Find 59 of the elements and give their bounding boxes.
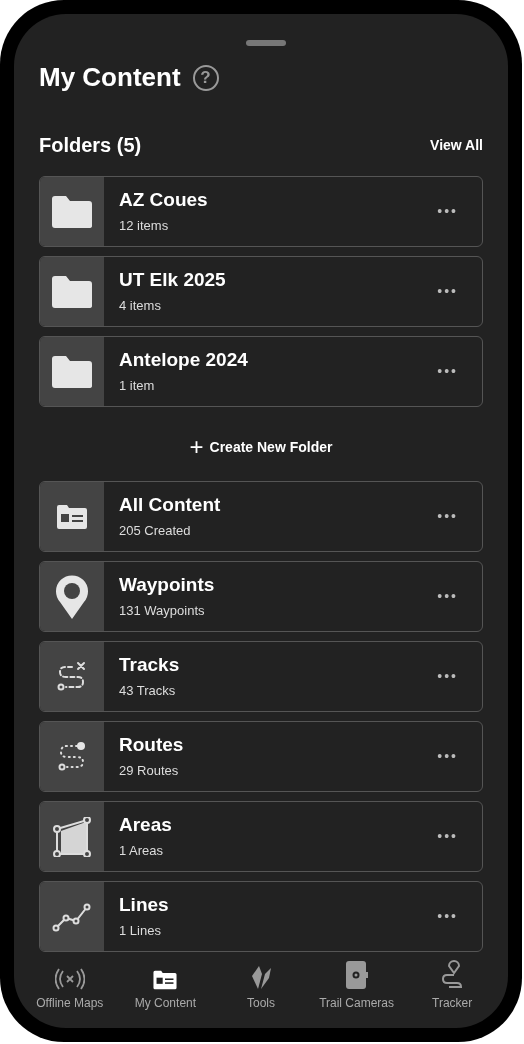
more-button[interactable]: ••• [437, 882, 482, 951]
item-name: Antelope 2024 [119, 347, 249, 372]
item-name: Lines [119, 892, 170, 917]
item-count: 1 Areas [119, 841, 165, 860]
id-card-icon [56, 503, 88, 530]
plus-icon: + [189, 435, 204, 459]
polygon-area-icon [53, 816, 91, 857]
more-button[interactable]: ••• [437, 562, 482, 631]
item-name: UT Elk 2025 [119, 267, 227, 292]
item-name: Tracks [119, 652, 181, 677]
more-button[interactable]: ••• [437, 482, 482, 551]
page-title: My Content [39, 61, 181, 94]
route-pin-icon [441, 960, 464, 990]
tab-bar-item[interactable]: Tools [213, 960, 309, 1012]
view-all-link[interactable]: View All [430, 134, 483, 156]
item-count: 1 item [119, 376, 156, 395]
item-name: All Content [119, 492, 222, 517]
item-name: Areas [119, 812, 173, 837]
item-name: Routes [119, 732, 185, 757]
content-card[interactable]: Tracks 43 Tracks ••• [39, 641, 483, 712]
tab-bar-item[interactable]: Tracker [404, 960, 500, 1012]
help-button[interactable]: ? [192, 64, 219, 91]
create-folder-button[interactable]: + Create New Folder [189, 435, 333, 459]
more-button[interactable]: ••• [437, 642, 482, 711]
folder-icon [51, 274, 93, 309]
item-count: 12 items [119, 216, 170, 235]
item-count: 4 items [119, 296, 162, 315]
item-count: 205 Created [119, 521, 192, 540]
more-button[interactable]: ••• [437, 257, 482, 326]
map-pin-icon [55, 573, 89, 620]
tab-bar-item[interactable]: Offline Maps [22, 960, 118, 1012]
camera-box-icon [344, 960, 369, 990]
content-card[interactable]: Waypoints 131 Waypoints ••• [39, 561, 483, 632]
section-title: Folders (5) [39, 133, 142, 158]
item-count: 29 Routes [119, 761, 180, 780]
tab-bar-item[interactable]: Trail Cameras [308, 960, 405, 1012]
more-button[interactable]: ••• [437, 337, 482, 406]
item-count: 1 Lines [119, 921, 162, 940]
more-button[interactable]: ••• [437, 177, 482, 246]
content-card[interactable]: Routes 29 Routes ••• [39, 721, 483, 792]
tab-bar-item[interactable]: My Content [117, 960, 214, 1012]
folder-icon [51, 354, 93, 389]
content-card[interactable]: Lines 1 Lines ••• [39, 881, 483, 952]
sheet-handle[interactable] [246, 40, 286, 46]
content-card[interactable]: Areas 1 Areas ••• [39, 801, 483, 872]
more-button[interactable]: ••• [437, 722, 482, 791]
folder-icon [51, 194, 93, 229]
line-graph-icon [52, 901, 92, 932]
item-name: AZ Coues [119, 187, 209, 212]
more-button[interactable]: ••• [437, 802, 482, 871]
dashed-path-icon [56, 660, 88, 693]
item-name: Waypoints [119, 572, 216, 597]
dotted-route-icon [57, 740, 87, 773]
folder-card[interactable]: Antelope 2024 1 item ••• [39, 336, 483, 407]
item-count: 131 Waypoints [119, 601, 206, 620]
item-count: 43 Tracks [119, 681, 177, 700]
folder-card[interactable]: AZ Coues 12 items ••• [39, 176, 483, 247]
folder-card[interactable]: UT Elk 2025 4 items ••• [39, 256, 483, 327]
content-card[interactable]: All Content 205 Created ••• [39, 481, 483, 552]
